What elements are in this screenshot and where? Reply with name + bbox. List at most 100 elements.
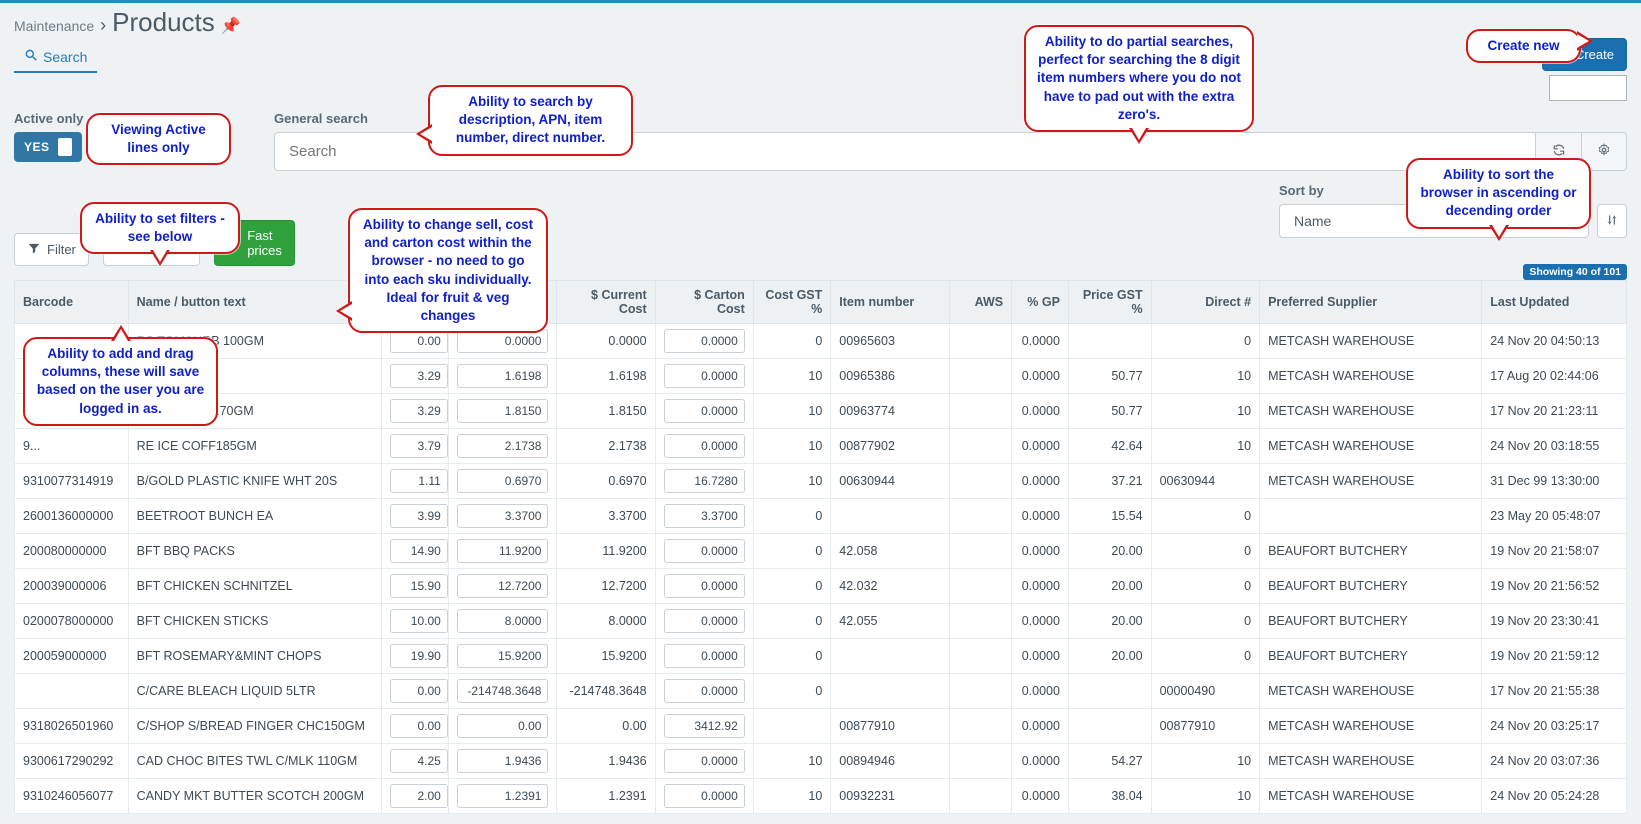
cell-name: BEETROOT BUNCH EA [128,499,381,534]
carton-input[interactable] [664,609,745,633]
sell-input[interactable] [390,469,448,493]
carton-input[interactable] [664,644,745,668]
create-input[interactable] [1549,75,1627,101]
carton-cost-input[interactable] [457,434,549,458]
filter-button[interactable]: Filter [14,233,89,266]
sell-input[interactable] [390,434,448,458]
cell-updated: 17 Nov 20 21:55:38 [1482,674,1627,709]
search-tab[interactable]: Search [14,42,97,73]
carton-cost-input[interactable] [457,784,549,808]
table-row[interactable]: RS TOM&HRB 100GM0.00000009656030.00000ME… [15,324,1627,359]
callout-create: Create new [1466,29,1581,63]
carton-cost-input[interactable] [457,749,549,773]
cell-gp: 0.0000 [1012,429,1069,464]
cell-supplier: METCASH WAREHOUSE [1260,779,1482,814]
carton-input[interactable] [664,784,745,808]
chevron-right-icon: › [100,15,106,36]
sell-input[interactable] [390,644,448,668]
carton-input[interactable] [664,469,745,493]
cell-cost-gst: 10 [753,394,831,429]
carton-input[interactable] [664,364,745,388]
cell-aws [950,534,1012,569]
col-gp[interactable]: % GP [1012,281,1069,324]
col-item-number[interactable]: Item number [831,281,950,324]
col-direct[interactable]: Direct # [1151,281,1260,324]
table-row[interactable]: 9310077314919B/GOLD PLASTIC KNIFE WHT 20… [15,464,1627,499]
col-supplier[interactable]: Preferred Supplier [1260,281,1482,324]
cell-current-cost: -214748.3648 [557,674,655,709]
callout-partial: Ability to do partial searches, perfect … [1024,25,1254,132]
col-current-cost[interactable]: $ Current Cost [557,281,655,324]
table-row[interactable]: 200080000000BFT BBQ PACKS11.9200042.0580… [15,534,1627,569]
cell-price-gst [1068,674,1151,709]
cell-updated: 24 Nov 20 05:24:28 [1482,779,1627,814]
col-carton-cost[interactable]: $ Carton Cost [655,281,753,324]
breadcrumb-parent[interactable]: Maintenance [14,18,94,34]
carton-cost-input[interactable] [457,714,549,738]
col-barcode[interactable]: Barcode [15,281,129,324]
table-row[interactable]: 9...RE ICE COFF185GM2.173810008779020.00… [15,429,1627,464]
cell-item-number: 00965603 [831,324,950,359]
sell-input[interactable] [390,364,448,388]
carton-cost-input[interactable] [457,609,549,633]
carton-cost-input[interactable] [457,469,549,493]
carton-cost-input[interactable] [457,644,549,668]
carton-cost-input[interactable] [457,574,549,598]
carton-input[interactable] [664,399,745,423]
sell-input[interactable] [390,784,448,808]
carton-input[interactable] [664,434,745,458]
carton-cost-input[interactable] [457,539,549,563]
cell-direct: 10 [1151,429,1260,464]
sell-input[interactable] [390,714,448,738]
sell-input[interactable] [390,539,448,563]
callout-active: Viewing Active lines only [86,113,231,165]
table-row[interactable]: 9310246056077CANDY MKT BUTTER SCOTCH 200… [15,779,1627,814]
table-row[interactable]: L OAK CLAS 170GM1.815010009637740.000050… [15,394,1627,429]
cell-price-gst: 42.64 [1068,429,1151,464]
table-row[interactable]: 9318026501960C/SHOP S/BREAD FINGER CHC15… [15,709,1627,744]
cell-updated: 19 Nov 20 21:56:52 [1482,569,1627,604]
table-row[interactable]: 200039000006BFT CHICKEN SCHNITZEL12.7200… [15,569,1627,604]
active-only-toggle[interactable]: YES [14,132,82,162]
col-updated[interactable]: Last Updated [1482,281,1627,324]
sell-input[interactable] [390,574,448,598]
sell-input[interactable] [390,399,448,423]
carton-cost-input[interactable] [457,504,549,528]
carton-input[interactable] [664,329,745,353]
cell-gp: 0.0000 [1012,604,1069,639]
carton-cost-input[interactable] [457,399,549,423]
carton-cost-input[interactable] [457,364,549,388]
cell-price-gst: 50.77 [1068,394,1151,429]
cell-updated: 24 Nov 20 03:07:36 [1482,744,1627,779]
col-cost-gst[interactable]: Cost GST % [753,281,831,324]
sell-input[interactable] [390,504,448,528]
carton-input[interactable] [664,749,745,773]
carton-input[interactable] [664,574,745,598]
table-row[interactable]: 200059000000BFT ROSEMARY&MINT CHOPS15.92… [15,639,1627,674]
sell-input[interactable] [390,679,448,703]
carton-input[interactable] [664,504,745,528]
cell-supplier: BEAUFORT BUTCHERY [1260,604,1482,639]
carton-cost-input[interactable] [457,679,549,703]
sort-direction-button[interactable] [1597,204,1627,238]
table-row[interactable]: 0200078000000BFT CHICKEN STICKS8.0000042… [15,604,1627,639]
table-row[interactable]: ATS 170GM1.619810009653860.000050.7710ME… [15,359,1627,394]
table-row[interactable]: 2600136000000BEETROOT BUNCH EA3.370000.0… [15,499,1627,534]
cell-direct: 10 [1151,779,1260,814]
cell-supplier: METCASH WAREHOUSE [1260,674,1482,709]
sell-input[interactable] [390,749,448,773]
sell-input[interactable] [390,609,448,633]
col-price-gst[interactable]: Price GST % [1068,281,1151,324]
cell-name: BFT ROSEMARY&MINT CHOPS [128,639,381,674]
search-icon [24,48,38,65]
table-row[interactable]: 9300617290292CAD CHOC BITES TWL C/MLK 11… [15,744,1627,779]
carton-input[interactable] [664,679,745,703]
carton-input[interactable] [664,714,745,738]
pin-icon[interactable]: 📌 [221,16,241,36]
table-row[interactable]: C/CARE BLEACH LIQUID 5LTR-214748.364800.… [15,674,1627,709]
cell-current-cost: 0.0000 [557,324,655,359]
carton-input[interactable] [664,539,745,563]
cell-gp: 0.0000 [1012,534,1069,569]
col-aws[interactable]: AWS [950,281,1012,324]
cell-price-gst: 38.04 [1068,779,1151,814]
